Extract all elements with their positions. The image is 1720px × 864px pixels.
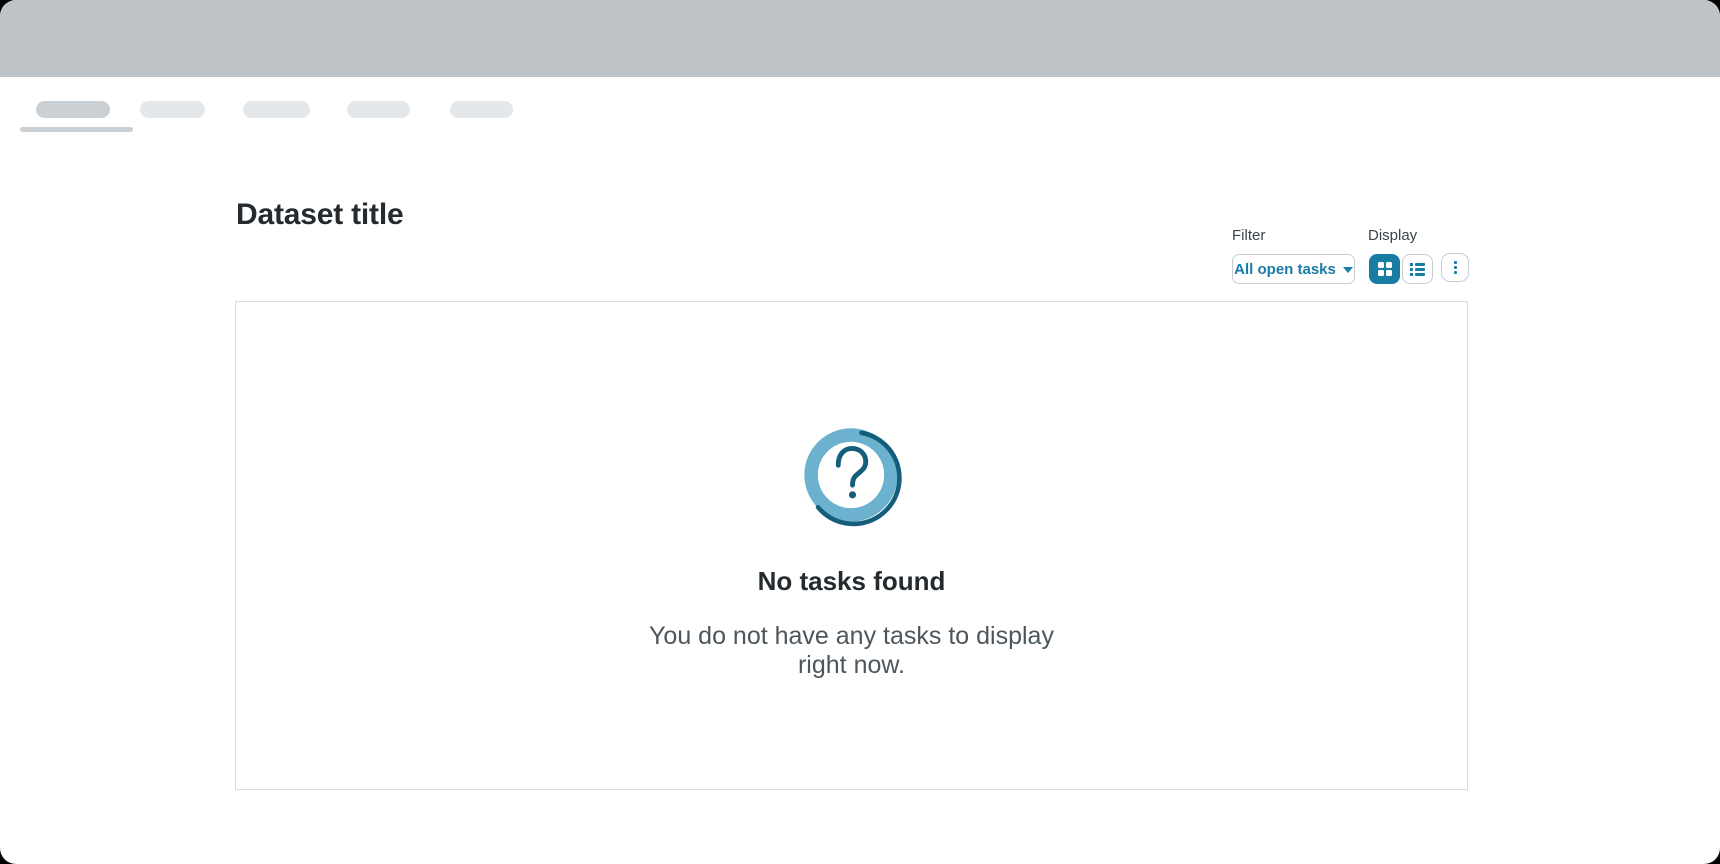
app-window: Dataset title Filter Display All open ta…: [0, 0, 1720, 864]
tab-placeholder-3[interactable]: [243, 101, 310, 118]
tab-bar: [20, 101, 580, 137]
display-label: Display: [1368, 227, 1418, 244]
top-banner: [0, 0, 1720, 77]
page-title: Dataset title: [236, 198, 404, 232]
tab-placeholder-1[interactable]: [36, 101, 110, 118]
tab-placeholder-5[interactable]: [450, 101, 513, 118]
filter-label: Filter: [1232, 227, 1266, 244]
empty-state-description: You do not have any tasks to display rig…: [236, 622, 1467, 680]
filter-dropdown[interactable]: All open tasks: [1232, 254, 1355, 284]
list-view-button[interactable]: [1402, 254, 1433, 284]
filter-dropdown-value: All open tasks: [1234, 260, 1336, 278]
kebab-menu-icon: [1453, 261, 1457, 274]
tab-placeholder-4[interactable]: [347, 101, 410, 118]
grid-view-icon: [1377, 262, 1392, 276]
tab-placeholder-2[interactable]: [140, 101, 205, 118]
empty-state-title: No tasks found: [757, 566, 946, 596]
grid-view-button[interactable]: [1369, 254, 1400, 284]
empty-state-description-line1: You do not have any tasks to display: [649, 622, 1054, 650]
empty-state-card: No tasks found You do not have any tasks…: [235, 301, 1468, 790]
question-circle-icon: [803, 428, 902, 527]
empty-state-description-line2: right now.: [797, 651, 905, 679]
caret-down-icon: [1342, 266, 1353, 273]
list-view-icon: [1410, 262, 1425, 276]
more-options-button[interactable]: [1441, 253, 1469, 282]
active-tab-underline: [20, 127, 133, 132]
